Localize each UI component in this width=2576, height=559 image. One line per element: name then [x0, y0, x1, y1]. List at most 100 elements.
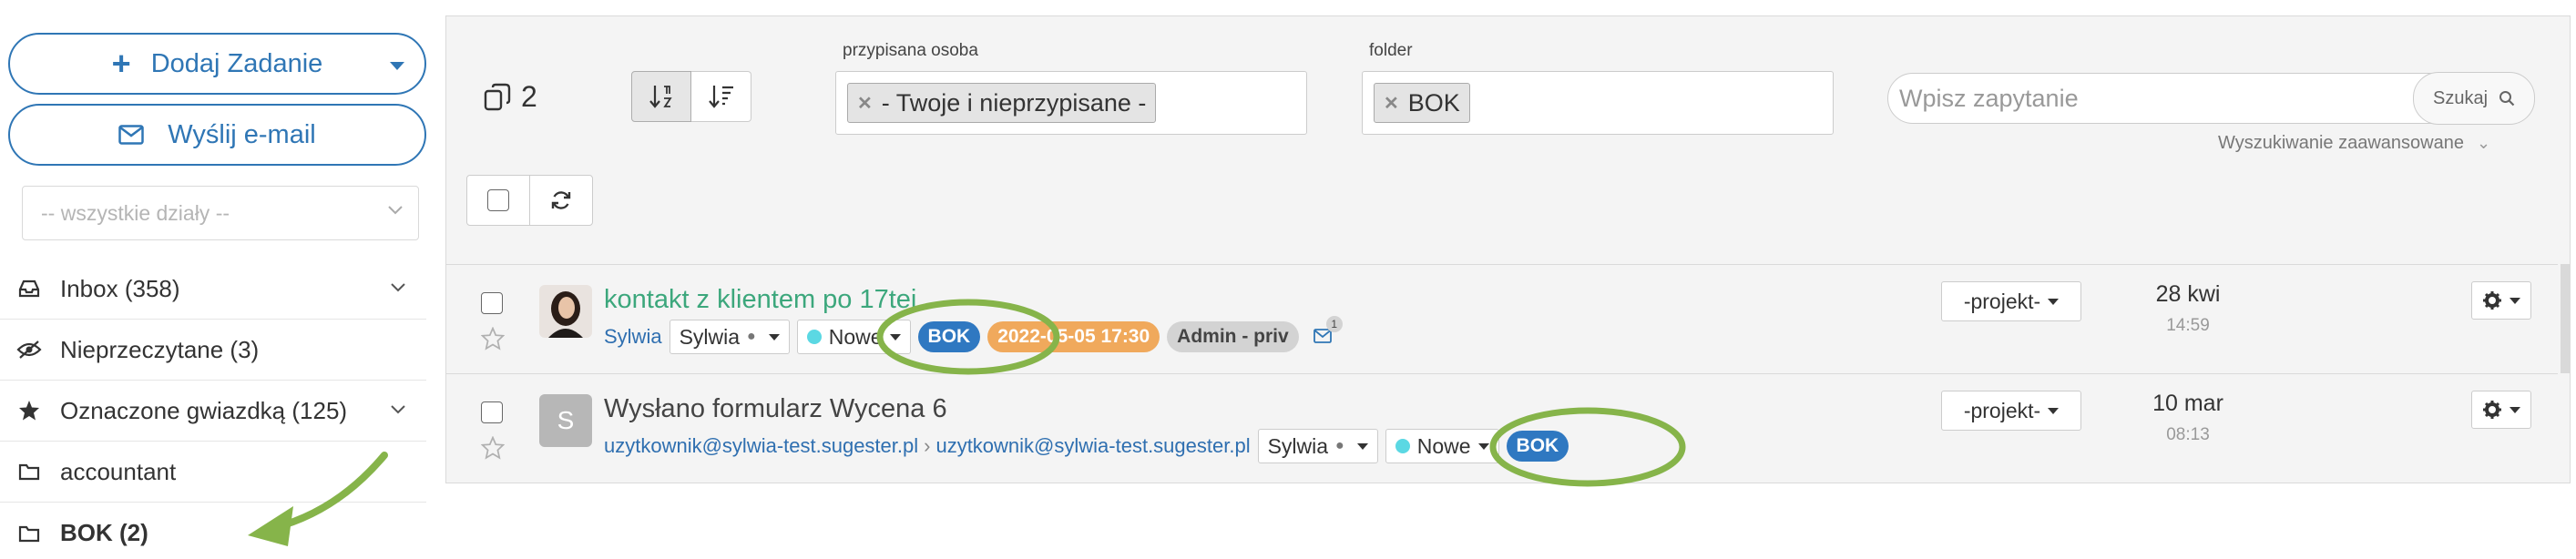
task-subject-link[interactable]: Wysłano formularz Wycena 6: [604, 394, 947, 424]
table-row[interactable]: S Wysłano formularz Wycena 6 uzytkownik@…: [446, 373, 2558, 483]
assignee-select[interactable]: Sylwia ●: [1257, 429, 1378, 463]
plus-icon: +: [111, 45, 131, 82]
sidebar: + Dodaj Zadanie Wyślij e-mail -- wszystk…: [0, 0, 434, 559]
task-list-panel: 2 przypisana osoba ✕ - Twoje i nieprzypi…: [445, 15, 2571, 483]
row-actions-button[interactable]: [2471, 281, 2531, 320]
caret-down-icon: [1356, 442, 1368, 450]
project-value: -projekt-: [1963, 289, 2041, 313]
chevron-down-icon: [388, 206, 403, 215]
sort-descending-button[interactable]: [691, 71, 751, 122]
task-count-value: 2: [521, 80, 537, 113]
search-box: Wpisz zapytanie Szukaj: [1887, 72, 2535, 125]
assigned-person-label: przypisana osoba: [843, 41, 978, 60]
caret-down-icon: [2510, 406, 2520, 413]
sort-group: [631, 71, 751, 122]
caret-down-icon: [2048, 407, 2060, 414]
folder-chip[interactable]: ✕ BOK: [1374, 83, 1470, 123]
select-all-checkbox[interactable]: [487, 189, 509, 211]
task-count: 2: [483, 80, 537, 114]
select-all-button[interactable]: [466, 175, 530, 226]
avatar: [539, 285, 592, 338]
folder-icon: [16, 462, 42, 481]
send-email-button[interactable]: Wyślij e-mail: [8, 104, 426, 166]
folder-icon: [16, 524, 42, 543]
search-input[interactable]: Wpisz zapytanie: [1899, 85, 2079, 113]
star-outline-icon[interactable]: [481, 327, 505, 351]
sender-link[interactable]: Sylwia: [604, 325, 662, 349]
arrow-right-icon: ›: [924, 434, 931, 457]
project-value: -projekt-: [1963, 398, 2041, 422]
department-select[interactable]: -- wszystkie działy --: [22, 186, 419, 240]
task-date: 10 mar: [2152, 391, 2223, 416]
nav-item-inbox[interactable]: Inbox (358): [0, 259, 426, 320]
deadline-badge: 2022-05-05 17:30: [987, 321, 1160, 352]
refresh-button[interactable]: [529, 175, 593, 226]
task-subject-link[interactable]: kontakt z klientem po 17tej: [604, 285, 916, 315]
sender-email-link[interactable]: uzytkownik@sylwia-test.sugester.pl: [604, 434, 918, 458]
tag-badge[interactable]: Admin - priv: [1167, 321, 1299, 352]
folder-badge[interactable]: BOK: [1506, 431, 1569, 462]
inbox-icon: [16, 280, 42, 298]
search-button[interactable]: Szukaj: [2413, 72, 2535, 125]
caret-down-icon: [768, 333, 780, 340]
project-select[interactable]: -projekt-: [1941, 281, 2081, 321]
nav-item-label: BOK (2): [60, 519, 148, 546]
folder-badge[interactable]: BOK: [917, 321, 981, 352]
nav-item-starred[interactable]: Oznaczone gwiazdką (125): [0, 381, 426, 442]
nav-item-label: Nieprzeczytane (3): [60, 335, 260, 363]
eye-slash-icon: [16, 340, 42, 359]
status-value: Nowe: [1416, 433, 1471, 458]
task-meta: uzytkownik@sylwia-test.sugester.pl › uzy…: [604, 429, 1569, 463]
project-select[interactable]: -projekt-: [1941, 391, 2081, 431]
assigned-person-chip-label: - Twoje i nieprzypisane -: [881, 88, 1147, 117]
status-dot: [1395, 439, 1410, 453]
mail-count-badge: 1: [1325, 316, 1343, 332]
remove-icon[interactable]: ✕: [1384, 92, 1399, 115]
envelope-icon: [1313, 329, 1332, 343]
scrollbar[interactable]: [2561, 264, 2570, 373]
nav-item-label: accountant: [60, 457, 177, 485]
status-select[interactable]: Nowe: [796, 320, 911, 354]
status-select[interactable]: Nowe: [1385, 429, 1499, 463]
nav-item-bok[interactable]: BOK (2): [0, 503, 426, 559]
user-icon: ●: [747, 329, 756, 344]
add-task-button[interactable]: + Dodaj Zadanie: [8, 33, 426, 95]
chevron-down-icon[interactable]: [390, 282, 406, 293]
status-dot: [806, 330, 822, 344]
folder-nav: Inbox (358) Nieprzeczytane (3) Oznaczone…: [0, 259, 426, 559]
advanced-search-link[interactable]: Wyszukiwanie zaawansowane ⌄: [2218, 133, 2490, 154]
nav-item-accountant[interactable]: accountant: [0, 442, 426, 503]
task-meta: Sylwia Sylwia ● Nowe BOK 2022-05-05 17:3…: [604, 316, 1343, 354]
folder-filter-label: folder: [1369, 41, 1413, 60]
chevron-down-icon[interactable]: [390, 404, 406, 415]
row-checkbox[interactable]: [481, 401, 503, 423]
advanced-search-label: Wyszukiwanie zaawansowane: [2218, 133, 2464, 153]
recipient-email-link[interactable]: uzytkownik@sylwia-test.sugester.pl: [935, 434, 1250, 458]
assignee-select[interactable]: Sylwia ●: [669, 320, 790, 354]
star-outline-icon[interactable]: [481, 436, 505, 460]
folder-chip-label: BOK: [1407, 88, 1460, 117]
envelope-icon: [118, 125, 145, 145]
toolbar: 2 przypisana osoba ✕ - Twoje i nieprzypi…: [446, 16, 2570, 264]
assigned-person-filter[interactable]: ✕ - Twoje i nieprzypisane -: [835, 71, 1307, 135]
table-row[interactable]: kontakt z klientem po 17tej Sylwia Sylwi…: [446, 264, 2558, 373]
caret-down-icon: [889, 333, 901, 340]
nav-item-unread[interactable]: Nieprzeczytane (3): [0, 320, 426, 381]
caret-down-icon[interactable]: [390, 62, 404, 70]
sort-ascending-button[interactable]: [631, 71, 691, 122]
avatar: S: [539, 394, 592, 447]
mail-count[interactable]: 1: [1313, 316, 1343, 349]
assignee-value: Sylwia: [1267, 433, 1329, 458]
caret-down-icon: [1477, 442, 1489, 450]
department-select-value: -- wszystkie działy --: [41, 200, 230, 225]
assigned-person-chip[interactable]: ✕ - Twoje i nieprzypisane -: [847, 83, 1157, 123]
folder-filter[interactable]: ✕ BOK: [1362, 71, 1834, 135]
sort-lines-icon: [708, 86, 733, 108]
user-icon: ●: [1335, 438, 1344, 453]
row-actions-button[interactable]: [2471, 391, 2531, 429]
gear-icon: [2483, 291, 2501, 310]
remove-icon[interactable]: ✕: [857, 92, 873, 115]
star-icon: [16, 400, 42, 422]
row-checkbox[interactable]: [481, 292, 503, 314]
nav-item-label: Oznaczone gwiazdką (125): [60, 396, 348, 424]
